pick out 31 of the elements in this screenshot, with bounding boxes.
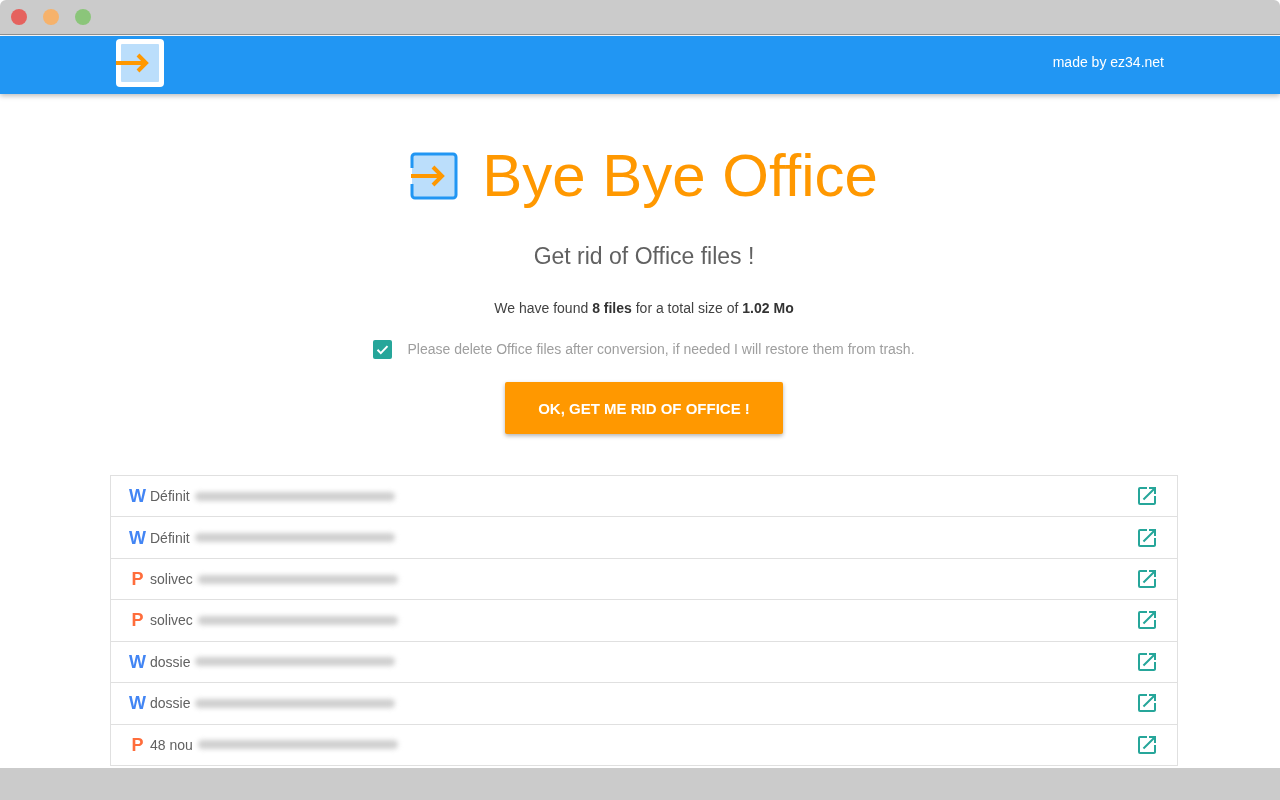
summary-text: We have found 8 files for a total size of 1.02 Mo: [494, 299, 794, 318]
file-type-icon: W: [129, 486, 146, 507]
checkbox[interactable]: [373, 339, 393, 359]
checkbox-label: Please delete Office files after conversion, if needed I will restore them from trash.: [407, 340, 915, 359]
file-type-icon: W: [129, 527, 146, 548]
external-link-icon[interactable]: [1138, 570, 1156, 589]
external-link-icon[interactable]: [1138, 652, 1156, 671]
window-close-button[interactable]: [11, 9, 27, 25]
file-type-icon: P: [129, 734, 146, 755]
logo-icon[interactable]: [116, 39, 164, 87]
file-name: solivec: [150, 611, 193, 631]
external-link-icon[interactable]: [1138, 611, 1156, 630]
file-name: solivec: [150, 570, 193, 590]
file-name: dossie: [150, 652, 191, 672]
file-name: dossie: [150, 694, 191, 714]
external-link-icon[interactable]: [1138, 694, 1156, 713]
external-link-icon[interactable]: [1138, 735, 1156, 754]
file-name: 48 nou: [150, 735, 193, 755]
convert-button[interactable]: OK, GET ME RID OF OFFICE !: [505, 382, 783, 434]
file-type-icon: P: [129, 610, 146, 631]
external-link-icon[interactable]: [1138, 487, 1156, 506]
file-name: Définit: [150, 487, 190, 507]
credit-link[interactable]: made by ez34.net: [1052, 52, 1164, 72]
file-name: Définit: [150, 528, 190, 548]
file-type-icon: P: [129, 569, 146, 590]
app-title: Bye Bye Office: [482, 146, 878, 206]
file-type-icon: W: [129, 693, 146, 714]
file-type-icon: W: [129, 651, 146, 672]
subtitle: Get rid of Office files !: [533, 242, 755, 270]
logo-icon: [410, 152, 459, 200]
external-link-icon[interactable]: [1138, 528, 1156, 547]
